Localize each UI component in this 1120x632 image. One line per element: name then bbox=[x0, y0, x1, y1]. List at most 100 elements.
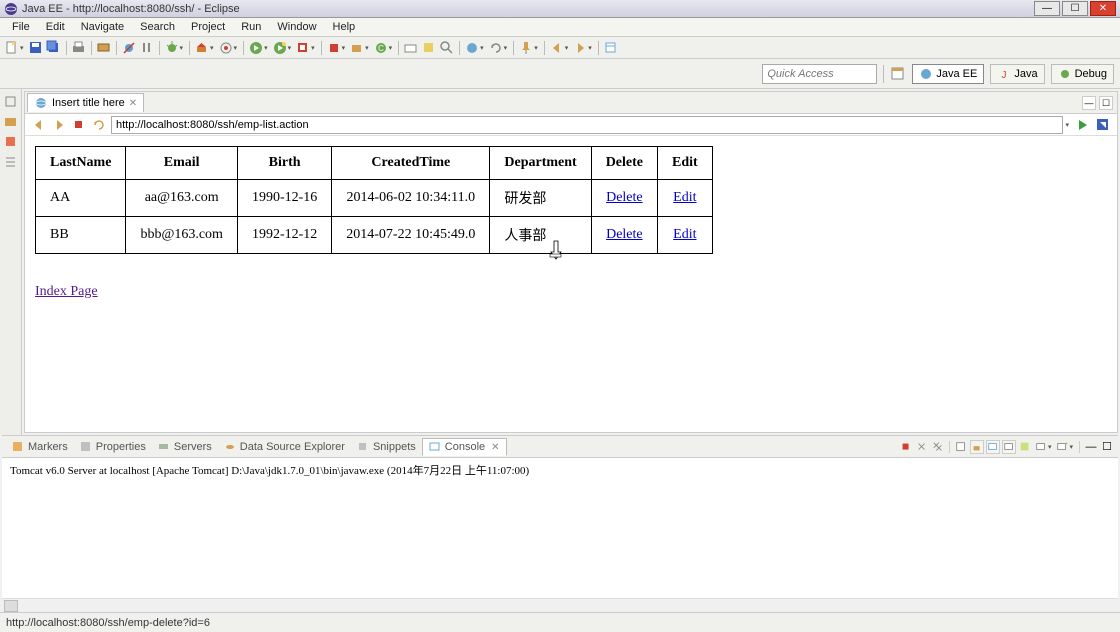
save-all-icon[interactable] bbox=[46, 40, 62, 56]
refresh-icon[interactable] bbox=[488, 40, 504, 56]
menu-edit[interactable]: Edit bbox=[38, 19, 73, 35]
svg-text:J: J bbox=[1002, 70, 1007, 81]
new-server-icon[interactable] bbox=[96, 40, 112, 56]
url-dropdown-icon[interactable]: ▾ bbox=[1065, 121, 1069, 129]
menu-project[interactable]: Project bbox=[183, 19, 233, 35]
show-console-icon[interactable] bbox=[986, 440, 1000, 454]
browser-back-icon[interactable] bbox=[31, 117, 47, 133]
editor-tabstrip: Insert title here ✕ — ☐ bbox=[25, 92, 1117, 114]
th-department: Department bbox=[490, 147, 591, 180]
perspective-toolbar: Java EE JJava Debug bbox=[0, 59, 1120, 89]
table-row: AA aa@163.com 1990-12-16 2014-06-02 10:3… bbox=[36, 180, 713, 217]
display-selected-icon[interactable] bbox=[1018, 440, 1032, 454]
tab-snippets[interactable]: Snippets bbox=[351, 439, 422, 455]
delete-link[interactable]: Delete bbox=[606, 227, 643, 242]
edit-link[interactable]: Edit bbox=[673, 227, 696, 242]
browser-stop-icon[interactable] bbox=[71, 117, 87, 133]
editor-tab-browser[interactable]: Insert title here ✕ bbox=[27, 93, 144, 112]
open-console-icon[interactable] bbox=[1034, 440, 1048, 454]
maximize-button[interactable]: ☐ bbox=[1062, 1, 1088, 16]
statusbar-text: http://localhost:8080/ssh/emp-delete?id=… bbox=[6, 617, 210, 629]
browser-refresh-icon[interactable] bbox=[91, 117, 107, 133]
forward-nav-icon[interactable] bbox=[572, 40, 588, 56]
browser-content: LastName Email Birth CreatedTime Departm… bbox=[25, 136, 1117, 432]
close-window-button[interactable]: ✕ bbox=[1090, 1, 1116, 16]
remove-launch-icon[interactable] bbox=[915, 440, 929, 454]
browser-go-icon[interactable] bbox=[1075, 117, 1091, 133]
new-package-icon[interactable] bbox=[349, 40, 365, 56]
tab-dse[interactable]: Data Source Explorer bbox=[218, 439, 351, 455]
scroll-lock-icon[interactable] bbox=[970, 440, 984, 454]
resume-icon[interactable] bbox=[139, 40, 155, 56]
new-class-icon[interactable]: C bbox=[373, 40, 389, 56]
th-edit: Edit bbox=[658, 147, 713, 180]
minimize-panel-icon[interactable]: — bbox=[1084, 440, 1098, 454]
new-console-icon[interactable]: + bbox=[1055, 440, 1069, 454]
menu-search[interactable]: Search bbox=[132, 19, 183, 35]
browser-url-input[interactable] bbox=[111, 116, 1063, 134]
index-page-link[interactable]: Index Page bbox=[35, 284, 98, 300]
minimize-button[interactable]: — bbox=[1034, 1, 1060, 16]
console-output: Tomcat v6.0 Server at localhost [Apache … bbox=[2, 458, 1118, 598]
navigator-icon[interactable] bbox=[4, 135, 18, 149]
open-task-icon[interactable] bbox=[421, 40, 437, 56]
menu-navigate[interactable]: Navigate bbox=[73, 19, 132, 35]
tab-servers[interactable]: Servers bbox=[152, 439, 218, 455]
minimize-editor-button[interactable]: — bbox=[1082, 96, 1096, 110]
browser-toolbar: ▾ bbox=[25, 114, 1117, 136]
restore-icon[interactable] bbox=[4, 95, 18, 109]
main-toolbar: ▾ ▾ ▾ ▾ ▾ ▾ ▾ ▾ ▾ C▾ ▾ ▾ ▾ ▾ ▾ bbox=[0, 37, 1120, 59]
menu-window[interactable]: Window bbox=[269, 19, 324, 35]
save-icon[interactable] bbox=[28, 40, 44, 56]
run-last-icon[interactable] bbox=[272, 40, 288, 56]
tab-markers[interactable]: Markers bbox=[6, 439, 74, 455]
search-icon[interactable] bbox=[439, 40, 455, 56]
new-icon[interactable] bbox=[4, 40, 20, 56]
outline-icon[interactable] bbox=[4, 155, 18, 169]
back-nav-icon[interactable] bbox=[549, 40, 565, 56]
svg-text:C: C bbox=[378, 44, 384, 53]
toggle-mark-icon[interactable] bbox=[464, 40, 480, 56]
open-type-icon[interactable] bbox=[403, 40, 419, 56]
perspective-java[interactable]: JJava bbox=[990, 64, 1044, 84]
debug-icon[interactable] bbox=[164, 40, 180, 56]
project-explorer-icon[interactable] bbox=[4, 115, 18, 129]
quick-access-input[interactable] bbox=[762, 64, 877, 84]
pin-icon[interactable] bbox=[518, 40, 534, 56]
external-tools-icon[interactable] bbox=[295, 40, 311, 56]
browser-forward-icon[interactable] bbox=[51, 117, 67, 133]
table-row: BB bbb@163.com 1992-12-12 2014-07-22 10:… bbox=[36, 217, 713, 254]
wizard-icon[interactable] bbox=[603, 40, 619, 56]
print-icon[interactable] bbox=[71, 40, 87, 56]
open-perspective-icon[interactable] bbox=[890, 66, 906, 82]
browser-open-external-icon[interactable] bbox=[1095, 117, 1111, 133]
skip-breakpoints-icon[interactable] bbox=[121, 40, 137, 56]
svg-text:+: + bbox=[1065, 441, 1068, 447]
clear-console-icon[interactable] bbox=[954, 440, 968, 454]
menu-help[interactable]: Help bbox=[325, 19, 364, 35]
close-tab-icon[interactable]: ✕ bbox=[129, 98, 137, 109]
tab-properties[interactable]: Properties bbox=[74, 439, 152, 455]
console-scrollbar[interactable] bbox=[2, 598, 1118, 612]
employee-table: LastName Email Birth CreatedTime Departm… bbox=[35, 146, 713, 254]
edit-link[interactable]: Edit bbox=[673, 190, 696, 205]
run-icon[interactable] bbox=[248, 40, 264, 56]
perspective-debug[interactable]: Debug bbox=[1051, 64, 1114, 84]
pin-console-icon[interactable] bbox=[1002, 440, 1016, 454]
terminate-icon[interactable] bbox=[899, 440, 913, 454]
tab-console[interactable]: Console✕ bbox=[422, 438, 507, 456]
stop-icon[interactable] bbox=[326, 40, 342, 56]
perspective-javaee[interactable]: Java EE bbox=[912, 64, 984, 84]
th-delete: Delete bbox=[591, 147, 657, 180]
menu-run[interactable]: Run bbox=[233, 19, 269, 35]
remove-all-icon[interactable] bbox=[931, 440, 945, 454]
toggle-ant-icon[interactable] bbox=[218, 40, 234, 56]
maximize-panel-icon[interactable]: ☐ bbox=[1100, 440, 1114, 454]
delete-link[interactable]: Delete bbox=[606, 190, 643, 205]
eclipse-icon bbox=[4, 2, 18, 16]
build-icon[interactable] bbox=[194, 40, 210, 56]
th-created: CreatedTime bbox=[332, 147, 490, 180]
editor-tab-title: Insert title here bbox=[52, 97, 125, 109]
menu-file[interactable]: File bbox=[4, 19, 38, 35]
maximize-editor-button[interactable]: ☐ bbox=[1099, 96, 1113, 110]
